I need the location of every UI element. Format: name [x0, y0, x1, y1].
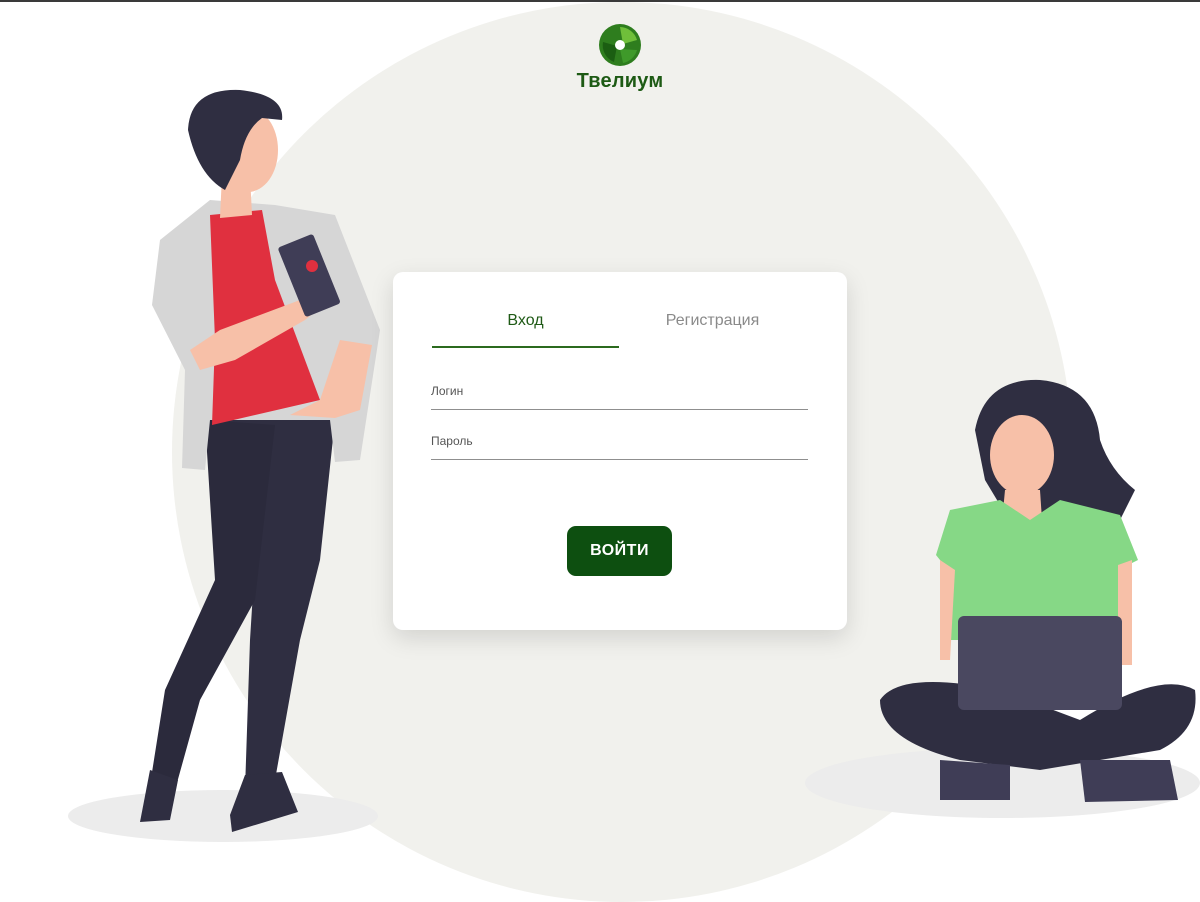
tab-register[interactable]: Регистрация — [619, 312, 806, 330]
password-input[interactable] — [431, 450, 808, 460]
auth-card: Вход Регистрация Логин Пароль ВОЙТИ — [393, 272, 847, 630]
login-label: Логин — [431, 384, 464, 398]
login-input[interactable] — [431, 400, 808, 410]
password-label: Пароль — [431, 434, 473, 448]
tab-login[interactable]: Вход — [432, 312, 619, 330]
active-tab-indicator — [432, 346, 619, 348]
password-field: Пароль — [431, 432, 808, 460]
login-field: Логин — [431, 382, 808, 410]
login-button[interactable]: ВОЙТИ — [567, 526, 672, 576]
